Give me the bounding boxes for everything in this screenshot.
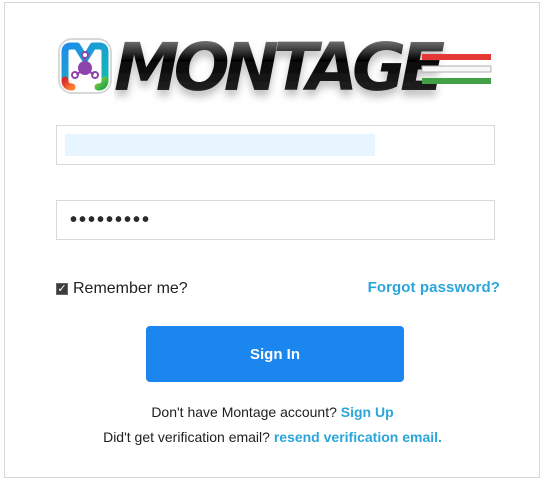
resend-verification-link[interactable]: resend verification email. (274, 429, 442, 445)
signup-prefix: Don't have Montage account? (151, 404, 341, 420)
sign-up-link[interactable]: Sign Up (341, 404, 394, 420)
password-masked-value: ••••••••• (70, 209, 152, 231)
montage-wordmark-text: MONTAGE (114, 35, 445, 105)
montage-logo-icon (58, 38, 112, 94)
verification-line: Did't get verification email? resend ver… (0, 429, 545, 445)
remember-label: Remember me? (73, 280, 188, 297)
username-field[interactable] (56, 125, 495, 165)
montage-logo: MONTAGE (56, 35, 494, 105)
logo-stripes (421, 54, 492, 84)
remember-checkbox[interactable]: ✓ (56, 283, 68, 295)
montage-wordmark: MONTAGE (114, 35, 492, 105)
password-field[interactable]: ••••••••• (56, 200, 495, 240)
verification-prefix: Did't get verification email? (103, 429, 274, 445)
sign-in-button[interactable]: Sign In (146, 326, 404, 382)
signup-line: Don't have Montage account? Sign Up (0, 404, 545, 420)
remember-me[interactable]: ✓ Remember me? (56, 278, 188, 300)
username-autofill-highlight (65, 134, 375, 156)
forgot-password-link[interactable]: Forgot password? (368, 279, 500, 296)
